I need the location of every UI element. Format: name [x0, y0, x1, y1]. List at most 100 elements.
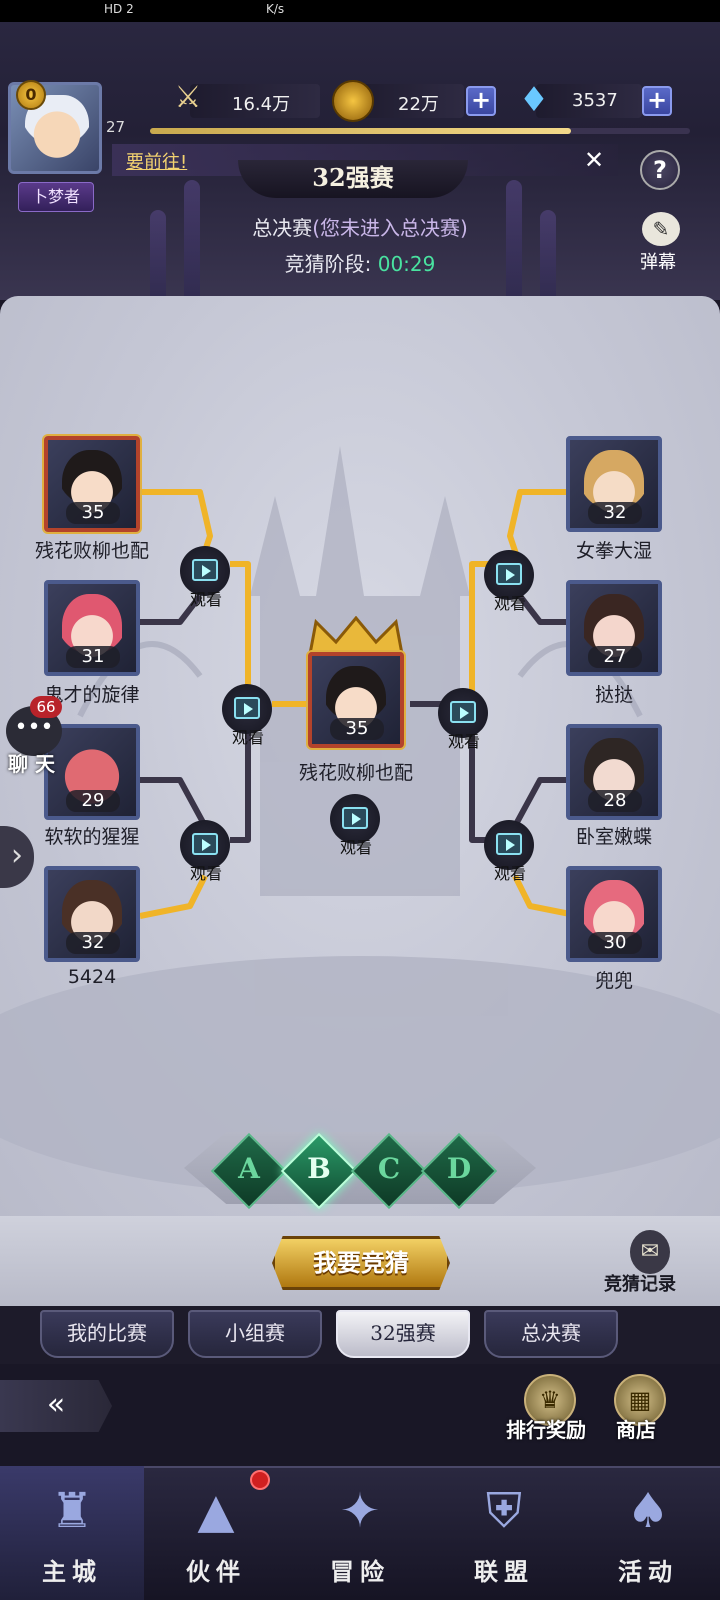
player-card-right-4[interactable]: 30 [566, 866, 662, 962]
gems-value: 3537 [572, 90, 618, 111]
gold-coin-icon [332, 80, 374, 122]
group-c-label: C [377, 1152, 401, 1185]
group-b-label: B [307, 1152, 331, 1185]
chat-unread-badge: 66 [30, 696, 62, 718]
player-card-right-2[interactable]: 27 [566, 580, 662, 676]
guess-button[interactable]: 我要竞猜 [272, 1236, 450, 1290]
castle-icon: ♜ [50, 1483, 94, 1539]
final-sub: (您未进入总决赛) [312, 216, 468, 240]
player-card-left-1[interactable]: 35 [44, 436, 140, 532]
final-label: 总决赛 [252, 216, 313, 240]
group-d-label: D [446, 1152, 472, 1185]
watch-label: 观看 [447, 732, 480, 751]
player-level-plate: 31 [66, 646, 120, 668]
chat-label: 聊 天 [8, 752, 55, 776]
play-icon [192, 833, 218, 855]
sword-icon: ⚔ [174, 80, 202, 115]
tab-my-matches[interactable]: 我的比赛 [40, 1310, 174, 1358]
player-name-right-4: 兜兜 [594, 970, 633, 992]
watch-label: 观看 [189, 864, 222, 883]
notice-link[interactable]: 要前往! [126, 148, 187, 174]
close-icon[interactable]: ✕ [584, 146, 604, 174]
tab-top-32[interactable]: 32强赛 [336, 1310, 470, 1358]
nav-alliance[interactable]: ⛨ 联盟 [432, 1466, 576, 1600]
guess-record-label: 竞猜记录 [604, 1274, 676, 1295]
player-card-left-2[interactable]: 31 [44, 580, 140, 676]
player-name-right-3: 卧室嫩蝶 [575, 826, 652, 848]
tab-group-stage[interactable]: 小组赛 [188, 1310, 322, 1358]
player-name-left-1: 残花败柳也配 [34, 540, 149, 562]
nav-label: 主城 [42, 1557, 102, 1586]
player-name-left-2: 鬼才的旋律 [44, 684, 140, 706]
help-button[interactable]: ? [640, 150, 680, 190]
player-level: 27 [106, 118, 126, 136]
watch-label: 观看 [189, 590, 222, 609]
watch-label: 观看 [339, 838, 372, 857]
player-name-left-4: 5424 [67, 966, 117, 988]
player-card-right-3[interactable]: 28 [566, 724, 662, 820]
avatar-level-coin: 0 [16, 80, 46, 110]
nav-label: 联盟 [474, 1557, 534, 1586]
player-level-plate: 27 [588, 646, 642, 668]
play-icon [496, 563, 522, 585]
nav-label: 伙伴 [186, 1557, 246, 1586]
back-button[interactable]: « [0, 1380, 112, 1432]
danmu-label: 弹幕 [640, 252, 676, 273]
watch-label: 观看 [493, 594, 526, 613]
gold-value: 22万 [398, 94, 439, 115]
crown-icon [308, 616, 404, 656]
guess-timer: 00:29 [377, 252, 436, 276]
diamond-icon: ♦ [518, 80, 550, 120]
witch-hat-icon: ▲ [197, 1483, 235, 1539]
player-card-left-4[interactable]: 32 [44, 866, 140, 962]
guess-phase: 竞猜阶段: 00:29 [0, 248, 720, 277]
scroll-note-icon: ✎ [642, 212, 680, 246]
notification-dot [250, 1470, 270, 1490]
champion-name: 残花败柳也配 [298, 762, 413, 784]
footer-area [0, 1364, 720, 1466]
cards-icon: ♠ [626, 1483, 670, 1539]
back-arrow-icon: « [46, 1387, 66, 1422]
player-title-badge[interactable]: 卜梦者 [18, 182, 94, 212]
ranking-rewards-label[interactable]: 排行奖励 [506, 1414, 586, 1443]
champion-level-plate: 35 [330, 718, 384, 740]
add-gems-button[interactable]: + [642, 86, 672, 116]
add-gold-button[interactable]: + [466, 86, 496, 116]
player-level-plate: 28 [588, 790, 642, 812]
watch-label: 观看 [231, 728, 264, 747]
player-level-plate: 29 [66, 790, 120, 812]
player-level-plate: 30 [588, 932, 642, 954]
stage-title: 32强赛 [238, 160, 468, 198]
player-card-right-1[interactable]: 32 [566, 436, 662, 532]
xp-fill [150, 128, 572, 134]
shield-icon: ⛨ [485, 1483, 522, 1539]
player-level-plate: 32 [66, 932, 120, 954]
scroll-icon: ✉ [630, 1230, 670, 1274]
nav-events[interactable]: ♠ 活动 [576, 1466, 720, 1600]
player-name-right-1: 女拳大湿 [575, 540, 652, 562]
play-icon [234, 697, 260, 719]
watch-label: 观看 [493, 864, 526, 883]
status-speed-label: K/s [266, 2, 285, 16]
nav-adventure[interactable]: ✦ 冒险 [288, 1466, 432, 1600]
play-icon [450, 701, 476, 723]
status-hd-label: HD 2 [104, 2, 134, 16]
play-icon [342, 807, 368, 829]
nav-label: 冒险 [330, 1557, 390, 1586]
play-icon [496, 833, 522, 855]
guess-phase-label: 竞猜阶段: [284, 252, 372, 276]
player-level-plate: 35 [66, 502, 120, 524]
compass-icon: ✦ [339, 1483, 381, 1539]
nav-label: 活动 [618, 1557, 678, 1586]
tab-finals[interactable]: 总决赛 [484, 1310, 618, 1358]
final-status: 总决赛(您未进入总决赛) [0, 212, 720, 241]
player-name-right-2: 挞挞 [594, 684, 633, 706]
status-bar: HD 2 K/s [0, 0, 720, 22]
shop-label[interactable]: 商店 [616, 1414, 656, 1443]
champion-card[interactable]: 35 [308, 652, 404, 748]
play-icon [192, 559, 218, 581]
xp-bar [150, 128, 690, 134]
power-value: 16.4万 [232, 94, 291, 115]
group-a-label: A [238, 1152, 260, 1185]
nav-main-city[interactable]: ♜ 主城 [0, 1466, 144, 1600]
